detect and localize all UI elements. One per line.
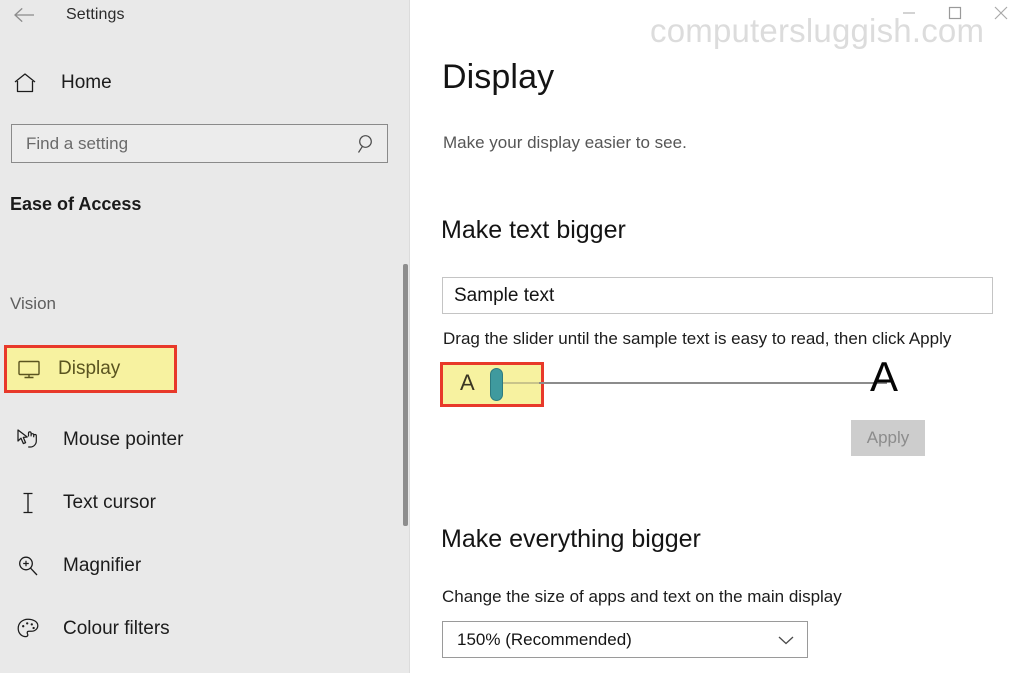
- section-heading-make-everything-bigger: Make everything bigger: [441, 525, 701, 553]
- sample-text-preview: Sample text: [442, 277, 993, 314]
- app-title: Settings: [66, 6, 125, 23]
- sidebar-item-display-label: Display: [58, 358, 121, 379]
- back-button[interactable]: [0, 0, 48, 30]
- text-size-slider-track[interactable]: [497, 382, 887, 384]
- category-title: Ease of Access: [10, 194, 142, 214]
- sidebar-item-mouse-pointer[interactable]: Mouse pointer: [0, 408, 400, 471]
- title-bar: Settings: [0, 0, 410, 30]
- text-cursor-icon: [5, 491, 51, 515]
- mouse-pointer-icon: [5, 428, 51, 452]
- home-icon: [4, 72, 46, 94]
- sample-text-value: Sample text: [454, 284, 555, 306]
- scale-description: Change the size of apps and text on the …: [442, 587, 842, 606]
- monitor-icon: [8, 358, 50, 380]
- scale-dropdown-value: 150% (Recommended): [457, 629, 632, 649]
- sidebar-item-magnifier-label: Magnifier: [63, 554, 142, 576]
- watermark: computersluggish.com: [650, 12, 985, 49]
- close-button[interactable]: [978, 0, 1024, 30]
- section-heading-make-text-bigger: Make text bigger: [441, 216, 626, 244]
- search-icon[interactable]: [347, 133, 387, 155]
- sidebar-item-colour-filters[interactable]: Colour filters: [0, 597, 400, 660]
- text-size-slider-fill: [497, 382, 539, 384]
- slider-max-label: A: [870, 353, 899, 400]
- sidebar: Settings Home Ease of Access Vision: [0, 0, 410, 673]
- scale-dropdown[interactable]: 150% (Recommended): [442, 621, 808, 658]
- main-content: computersluggish.com Display Make your d…: [410, 0, 1024, 673]
- settings-window: Settings Home Ease of Access Vision: [0, 0, 1024, 673]
- magnifier-icon: [5, 554, 51, 578]
- sidebar-item-text-cursor-label: Text cursor: [63, 491, 156, 513]
- sidebar-item-colour-filters-label: Colour filters: [63, 617, 170, 639]
- page-subtitle: Make your display easier to see.: [443, 133, 687, 152]
- palette-icon: [5, 617, 51, 641]
- search-input[interactable]: [12, 133, 347, 154]
- sidebar-item-magnifier[interactable]: Magnifier: [0, 534, 400, 597]
- close-icon: [993, 5, 1009, 26]
- apply-button[interactable]: Apply: [851, 420, 925, 456]
- sidebar-scrollbar[interactable]: [403, 264, 408, 526]
- sidebar-item-text-cursor[interactable]: Text cursor: [0, 471, 400, 534]
- sidebar-item-home-label: Home: [61, 72, 112, 93]
- sidebar-item-home[interactable]: Home: [0, 63, 410, 103]
- slider-hint-text: Drag the slider until the sample text is…: [443, 329, 952, 348]
- sidebar-item-display[interactable]: Display: [4, 345, 177, 393]
- chevron-down-icon: [765, 634, 807, 646]
- sidebar-group-vision: Vision: [10, 294, 56, 313]
- text-size-slider-thumb[interactable]: [490, 368, 503, 401]
- sidebar-item-mouse-pointer-label: Mouse pointer: [63, 428, 184, 450]
- back-arrow-icon: [13, 7, 35, 23]
- search-box[interactable]: [11, 124, 388, 163]
- text-size-slider-region: A A: [440, 356, 905, 407]
- page-title: Display: [442, 58, 555, 96]
- slider-min-label: A: [460, 370, 475, 395]
- sidebar-nav-list: Display Mouse pointer Text cursor Magnif…: [0, 345, 400, 660]
